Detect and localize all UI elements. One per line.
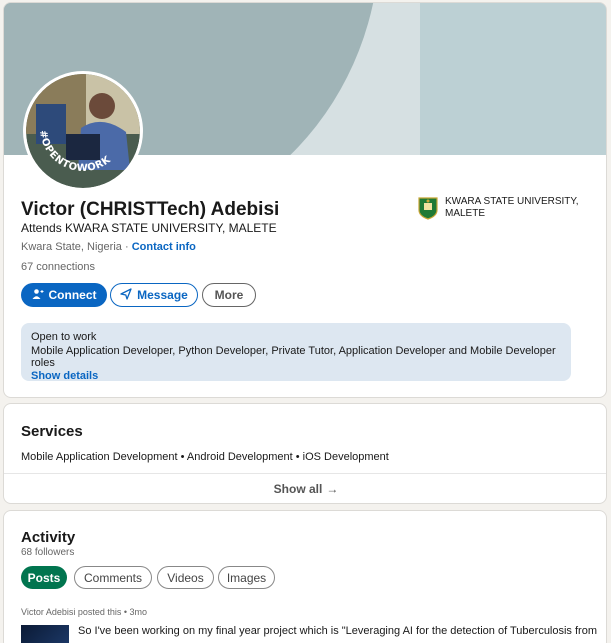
services-list: Mobile Application Development • Android…: [21, 451, 389, 463]
location-separator: ·: [124, 241, 129, 253]
tab-comments[interactable]: Comments: [74, 566, 152, 589]
school-name-line2: MALETE: [445, 208, 486, 219]
message-label: Message: [137, 288, 188, 302]
tab-videos[interactable]: Videos: [157, 566, 214, 589]
connect-label: Connect: [48, 288, 97, 302]
open-to-work-roles: Mobile Application Developer, Python Dev…: [31, 345, 556, 369]
services-card: Services Mobile Application Development …: [3, 403, 607, 504]
show-all-services-button[interactable]: Show all →: [4, 474, 606, 503]
followers-count: 68 followers: [21, 547, 75, 558]
message-button[interactable]: Message: [110, 283, 198, 307]
connections-count: 67 connections: [21, 261, 95, 273]
education-school[interactable]: KWARA STATE UNIVERSITY, MALETE: [417, 196, 595, 220]
add-person-icon: [32, 288, 44, 303]
school-name-line1: KWARA STATE UNIVERSITY,: [445, 196, 579, 207]
avatar[interactable]: #OPENTOWORK: [23, 71, 143, 191]
post-snippet[interactable]: So I've been working on my final year pr…: [78, 625, 597, 637]
profile-headline: Attends KWARA STATE UNIVERSITY, MALETE: [21, 221, 277, 235]
tab-posts[interactable]: Posts: [21, 566, 67, 589]
contact-info-link[interactable]: Contact info: [132, 241, 196, 253]
send-icon: [120, 287, 132, 303]
banner-block: [420, 3, 606, 155]
more-button[interactable]: More: [202, 283, 256, 307]
more-label: More: [214, 288, 244, 302]
profile-card: #OPENTOWORK Victor (CHRISTTech) Adebisi …: [3, 2, 607, 398]
arrow-right-icon: →: [326, 482, 339, 496]
post-meta: Victor Adebisi posted this • 3mo: [21, 607, 148, 617]
show-all-label: Show all: [273, 482, 323, 496]
location-text: Kwara State, Nigeria: [21, 241, 122, 253]
post-thumbnail[interactable]: [21, 625, 69, 643]
show-details-link[interactable]: Show details: [31, 370, 561, 382]
open-to-work-title: Open to work: [31, 331, 97, 343]
open-to-work-box: Open to work Mobile Application Develope…: [21, 323, 571, 382]
tab-images[interactable]: Images: [218, 566, 275, 589]
connect-button[interactable]: Connect: [21, 283, 107, 307]
profile-name: Victor (CHRISTTech) Adebisi: [21, 199, 280, 220]
school-logo-icon: [417, 196, 439, 220]
activity-card: Activity 68 followers Posts Comments Vid…: [3, 510, 607, 643]
avatar-photo: #OPENTOWORK: [26, 74, 140, 188]
school-name: KWARA STATE UNIVERSITY, MALETE: [445, 196, 595, 220]
activity-heading: Activity: [21, 529, 76, 546]
location-row: Kwara State, Nigeria · Contact info: [21, 241, 196, 253]
services-heading: Services: [21, 423, 83, 440]
